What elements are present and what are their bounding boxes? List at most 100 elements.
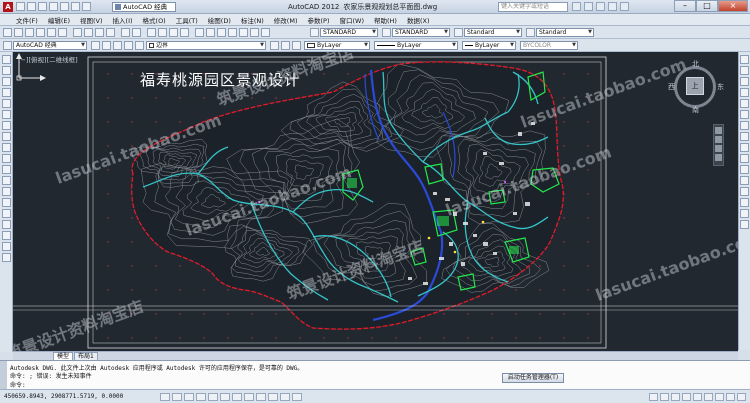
lineweight-select[interactable]: ByLayer ▼ — [462, 41, 516, 50]
workspace-select[interactable]: AutoCAD 经典 ▼ — [13, 41, 87, 50]
zoom-realtime-icon[interactable] — [158, 28, 167, 37]
transparency-icon[interactable] — [268, 393, 278, 401]
compass-east-label[interactable]: 东 — [717, 82, 724, 92]
hardware-acceleration-icon[interactable] — [715, 393, 724, 401]
fillet-icon[interactable] — [740, 209, 749, 218]
snap-mode-icon[interactable] — [160, 393, 170, 401]
object-snap-icon[interactable] — [208, 393, 218, 401]
text-style-select[interactable]: STANDARD ▼ — [320, 28, 378, 37]
extend-icon[interactable] — [740, 165, 749, 174]
menu-item[interactable]: 数据(X) — [407, 15, 430, 25]
menu-item[interactable]: 窗口(W) — [339, 15, 364, 25]
stretch-icon[interactable] — [740, 143, 749, 152]
quick-view-layouts-icon[interactable] — [660, 393, 669, 401]
workspace-switching-icon[interactable] — [693, 393, 702, 401]
menu-item[interactable]: 参数(P) — [307, 15, 329, 25]
save-icon[interactable] — [38, 2, 47, 11]
ellipse-icon[interactable] — [2, 154, 11, 163]
quick-properties-icon[interactable] — [280, 393, 290, 401]
pan-icon[interactable] — [147, 28, 156, 37]
lightbulb-icon[interactable] — [113, 41, 122, 50]
polyline-icon[interactable] — [2, 77, 11, 86]
undo-icon[interactable] — [121, 28, 130, 37]
break-icon[interactable] — [740, 176, 749, 185]
compass-north-label[interactable]: 北 — [692, 59, 699, 69]
save-icon[interactable] — [25, 28, 34, 37]
menu-item[interactable]: 格式(O) — [143, 15, 166, 25]
polygon-icon[interactable] — [2, 88, 11, 97]
layer-previous-icon[interactable] — [281, 41, 290, 50]
lineweight-icon[interactable] — [256, 393, 266, 401]
menu-item[interactable]: 帮助(H) — [374, 15, 397, 25]
new-file-icon[interactable] — [16, 2, 25, 11]
plot-icon[interactable] — [36, 28, 45, 37]
steering-wheel-icon[interactable] — [715, 127, 722, 134]
close-button[interactable]: × — [718, 0, 748, 12]
calculator-icon[interactable] — [250, 28, 259, 37]
model-space-canvas[interactable]: [−][俯视][二维线框] 福寿桃源园区景观设计 北 南 西 东 上 lasuc… — [13, 52, 738, 351]
pan-icon[interactable] — [715, 136, 722, 143]
dim-style-select[interactable]: STANDARD ▼ — [392, 28, 450, 37]
make-block-icon[interactable] — [2, 187, 11, 196]
line-icon[interactable] — [2, 55, 11, 64]
markup-icon[interactable] — [239, 28, 248, 37]
sheet-set-icon[interactable] — [228, 28, 237, 37]
new-icon[interactable] — [3, 28, 12, 37]
help-icon[interactable] — [620, 2, 629, 11]
erase-icon[interactable] — [740, 55, 749, 64]
circle-icon[interactable] — [2, 121, 11, 130]
offset-icon[interactable] — [740, 88, 749, 97]
viewcube-face-top[interactable]: 上 — [686, 77, 704, 95]
lock-icon[interactable] — [704, 393, 713, 401]
plotstyle-select[interactable]: BYCOLOR ▼ — [520, 41, 578, 50]
isolate-objects-icon[interactable] — [726, 393, 735, 401]
mirror-icon[interactable] — [740, 77, 749, 86]
layer-manager-icon[interactable] — [102, 41, 111, 50]
publish-icon[interactable] — [58, 28, 67, 37]
orbit-icon[interactable] — [715, 154, 722, 161]
construction-line-icon[interactable] — [2, 66, 11, 75]
menu-item[interactable]: 编辑(E) — [48, 15, 70, 25]
rectangle-icon[interactable] — [2, 99, 11, 108]
chamfer-icon[interactable] — [740, 198, 749, 207]
linetype-select[interactable]: ByLayer ▼ — [374, 41, 458, 50]
search-icon[interactable] — [572, 2, 581, 11]
redo-icon[interactable] — [82, 2, 91, 11]
open-file-icon[interactable] — [27, 2, 36, 11]
ortho-mode-icon[interactable] — [184, 393, 194, 401]
array-icon[interactable] — [740, 99, 749, 108]
trim-icon[interactable] — [740, 154, 749, 163]
table-style-select[interactable]: Standard ▼ — [464, 28, 522, 37]
undo-icon[interactable] — [71, 2, 80, 11]
menu-item[interactable]: 标注(N) — [241, 15, 264, 25]
hatch-icon[interactable] — [2, 209, 11, 218]
region-icon[interactable] — [2, 231, 11, 240]
model-space-icon[interactable] — [649, 393, 658, 401]
tab-layout1[interactable]: 布局1 — [74, 352, 98, 360]
arc-icon[interactable] — [2, 110, 11, 119]
star-icon[interactable] — [608, 2, 617, 11]
object-snap-tracking-icon[interactable] — [220, 393, 230, 401]
workspace-selector[interactable]: AutoCAD 经典 — [112, 2, 176, 12]
multiline-text-icon[interactable] — [2, 253, 11, 262]
copy-icon[interactable] — [84, 28, 93, 37]
insert-block-icon[interactable] — [2, 176, 11, 185]
open-icon[interactable] — [14, 28, 23, 37]
paste-icon[interactable] — [95, 28, 104, 37]
design-center-icon[interactable] — [206, 28, 215, 37]
move-icon[interactable] — [740, 110, 749, 119]
zoom-icon[interactable] — [715, 145, 722, 152]
redo-icon[interactable] — [132, 28, 141, 37]
zoom-previous-icon[interactable] — [180, 28, 189, 37]
layer-states-icon[interactable] — [292, 41, 301, 50]
menu-item[interactable]: 插入(I) — [113, 15, 133, 25]
sign-in-icon[interactable] — [584, 2, 593, 11]
tab-model[interactable]: 模型 — [53, 352, 74, 360]
help-icon[interactable] — [261, 28, 270, 37]
make-current-layer-icon[interactable] — [270, 41, 279, 50]
minimize-button[interactable]: – — [674, 0, 696, 12]
save-as-icon[interactable] — [49, 2, 58, 11]
cursor-coordinates[interactable]: 450659.8943, 2908771.5719, 0.0000 — [4, 393, 123, 400]
layer-select[interactable]: 边界 ▼ — [146, 41, 266, 50]
grid-display-icon[interactable] — [172, 393, 182, 401]
